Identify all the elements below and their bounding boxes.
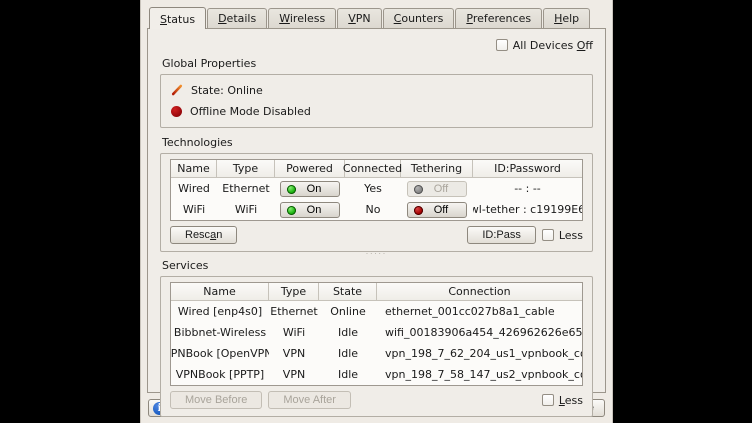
status-tab-panel: All Devices Off Global Properties State:… (147, 28, 606, 393)
tech-row: WiFiWiFi On No Off bwl-tether : c19199E61 (171, 199, 582, 220)
svc-state-cell: Idle (319, 368, 377, 381)
cmst-main-window: StatusDetailsWirelessVPNCountersPreferen… (140, 0, 613, 423)
tech-less-label: Less (559, 229, 583, 242)
svc-connection-cell: vpn_198_7_58_147_us2_vpnbook_com (377, 368, 582, 381)
tethering-toggle-button[interactable]: Off (407, 202, 467, 218)
tech-header-connected: Connected (345, 160, 401, 177)
technologies-title: Technologies (162, 136, 591, 149)
tab-status[interactable]: Status (149, 7, 206, 29)
splitter-handle[interactable]: ····· (160, 252, 593, 259)
state-label: State: Online (191, 84, 263, 97)
tab-wireless[interactable]: Wireless (268, 8, 336, 28)
tech-powered-cell: On (275, 181, 345, 197)
global-properties-group: State: Online Offline Mode Disabled (160, 74, 593, 128)
tech-connected-cell: Yes (345, 182, 401, 195)
offline-mode-row: Offline Mode Disabled (171, 103, 582, 119)
svc-state-cell: Idle (319, 326, 377, 339)
tab-help[interactable]: Help (543, 8, 590, 28)
tech-header-type: Type (217, 160, 275, 177)
tech-name-cell: WiFi (171, 203, 217, 216)
svc-header-state: State (319, 283, 377, 300)
services-table-header: Name Type State Connection (171, 283, 582, 301)
svc-connection-cell: wifi_00183906a454_426962626e65742d5769..… (377, 326, 582, 339)
green-led-icon (287, 206, 296, 215)
toggle-label: On (307, 183, 322, 195)
svc-type-cell: VPN (269, 368, 319, 381)
tech-less-checkbox[interactable] (542, 229, 554, 241)
idpass-button[interactable]: ID:Pass (467, 226, 536, 244)
rescan-button[interactable]: Rescan (170, 226, 237, 244)
svc-type-cell: Ethernet (269, 305, 319, 318)
toggle-label: On (307, 204, 322, 216)
service-row[interactable]: VPNBook [OpenVPN]VPNIdlevpn_198_7_62_204… (171, 343, 582, 364)
technologies-table-body: WiredEthernet On Yes Off -- : -- WiFiWiFi On No… (171, 178, 582, 220)
tech-header-idpassword: ID:Password (473, 160, 582, 177)
svc-name-cell: VPNBook [PPTP] (171, 368, 269, 381)
svc-type-cell: WiFi (269, 326, 319, 339)
tech-idpassword-cell: bwl-tether : c19199E61 (473, 203, 582, 216)
svc-type-cell: VPN (269, 347, 319, 360)
services-table: Name Type State Connection Wired [enp4s0… (170, 282, 583, 386)
offline-mode-red-dot-icon (171, 106, 182, 117)
tech-powered-cell: On (275, 202, 345, 218)
tab-preferences[interactable]: Preferences (455, 8, 542, 28)
tab-vpn[interactable]: VPN (337, 8, 381, 28)
tech-row: WiredEthernet On Yes Off -- : -- (171, 178, 582, 199)
move-after-button[interactable]: Move After (268, 391, 351, 409)
svc-name-cell: Bibbnet-Wireless (171, 326, 269, 339)
tech-tethering-cell: Off (401, 181, 473, 197)
svc-less-control: Less (542, 394, 583, 407)
tab-bar: StatusDetailsWirelessVPNCountersPreferen… (141, 0, 612, 28)
svc-less-label: Less (559, 394, 583, 407)
svc-name-cell: VPNBook [OpenVPN] (171, 347, 269, 360)
powered-toggle-button[interactable]: On (280, 181, 340, 197)
services-title: Services (162, 259, 591, 272)
state-pen-icon (171, 84, 183, 96)
svc-header-type: Type (269, 283, 319, 300)
svc-less-checkbox[interactable] (542, 394, 554, 406)
tech-name-cell: Wired (171, 182, 217, 195)
svc-header-name: Name (171, 283, 269, 300)
tech-less-control: Less (542, 229, 583, 242)
tab-counters[interactable]: Counters (383, 8, 455, 28)
svc-state-cell: Online (319, 305, 377, 318)
technologies-table: Name Type Powered Connected Tethering ID… (170, 159, 583, 221)
toggle-label: Off (434, 204, 448, 216)
tech-connected-cell: No (345, 203, 401, 216)
tab-details[interactable]: Details (207, 8, 267, 28)
tech-tethering-cell: Off (401, 202, 473, 218)
all-devices-off-label: All Devices Off (513, 39, 593, 52)
tech-idpassword-cell: -- : -- (473, 182, 582, 195)
technologies-table-header: Name Type Powered Connected Tethering ID… (171, 160, 582, 178)
tech-type-cell: Ethernet (217, 182, 275, 195)
tech-header-powered: Powered (275, 160, 345, 177)
service-row[interactable]: Wired [enp4s0]EthernetOnlineethernet_001… (171, 301, 582, 322)
global-properties-title: Global Properties (162, 57, 591, 70)
tech-header-name: Name (171, 160, 217, 177)
all-devices-off-checkbox[interactable] (496, 39, 508, 51)
tech-header-tethering: Tethering (401, 160, 473, 177)
tech-type-cell: WiFi (217, 203, 275, 216)
service-row[interactable]: Bibbnet-WirelessWiFiIdlewifi_00183906a45… (171, 322, 582, 343)
svc-header-connection: Connection (377, 283, 582, 300)
gray-led-icon (414, 185, 423, 194)
state-row: State: Online (171, 82, 582, 98)
red-led-icon (414, 206, 423, 215)
svc-connection-cell: vpn_198_7_62_204_us1_vpnbook_com (377, 347, 582, 360)
toggle-label: Off (434, 183, 448, 195)
powered-toggle-button[interactable]: On (280, 202, 340, 218)
svc-state-cell: Idle (319, 347, 377, 360)
offline-mode-label: Offline Mode Disabled (190, 105, 311, 118)
svc-name-cell: Wired [enp4s0] (171, 305, 269, 318)
move-before-button[interactable]: Move Before (170, 391, 262, 409)
services-table-body: Wired [enp4s0]EthernetOnlineethernet_001… (171, 301, 582, 385)
technologies-group: Name Type Powered Connected Tethering ID… (160, 153, 593, 252)
services-group: Name Type State Connection Wired [enp4s0… (160, 276, 593, 417)
tethering-toggle-button[interactable]: Off (407, 181, 467, 197)
service-row[interactable]: VPNBook [PPTP]VPNIdlevpn_198_7_58_147_us… (171, 364, 582, 385)
all-devices-off-control: All Devices Off (496, 37, 593, 53)
svc-connection-cell: ethernet_001cc027b8a1_cable (377, 305, 582, 318)
green-led-icon (287, 185, 296, 194)
